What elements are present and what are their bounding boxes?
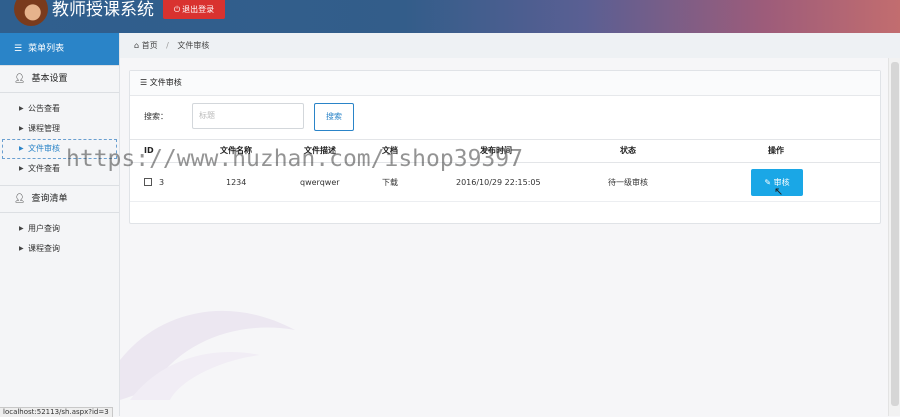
power-icon: ⏻ <box>173 5 181 14</box>
search-button[interactable]: 搜索 <box>314 103 354 131</box>
scrollbar-thumb[interactable] <box>891 62 899 406</box>
sidebar-group-items: ▶ 用户查询 ▶ 课程查询 <box>0 213 119 265</box>
sidebar-item-label: 文件审核 <box>28 144 60 153</box>
caret-right-icon: ▶ <box>19 145 24 152</box>
sidebar-item-label: 课程查询 <box>28 244 60 253</box>
list-icon: ☰ <box>14 44 23 54</box>
caret-right-icon: ▶ <box>19 105 24 112</box>
list-icon: ☰ <box>140 78 148 87</box>
decorative-swirl-graphic <box>120 310 295 400</box>
row-checkbox[interactable] <box>144 178 152 186</box>
breadcrumb: ⌂ 首页 / 文件审核 <box>120 33 900 58</box>
logout-label: 退出登录 <box>182 5 215 14</box>
watermark-text: https://www.huzhan.com/ishop39397 <box>66 146 523 172</box>
sidebar-item-course-query[interactable]: ▶ 课程查询 <box>0 239 119 259</box>
edit-icon: ✎ <box>764 178 772 187</box>
sidebar-group-query-list[interactable]: 👤︎ 查询清单 <box>0 185 119 213</box>
sidebar-item-label: 课程管理 <box>28 124 60 133</box>
top-header: 教师授课系统 ⏻ 退出登录 <box>0 0 900 33</box>
caret-right-icon: ▶ <box>19 125 24 132</box>
sidebar: ☰ 菜单列表 👤︎ 基本设置 ▶ 公告查看 ▶ 课程管理 ▶ 文件审核 ▶ 文件查看 👤︎ 查… <box>0 33 120 416</box>
user-icon: 👤︎ <box>14 74 26 84</box>
panel-header: ☰ 文件审核 <box>130 71 880 96</box>
menu-list-header: ☰ 菜单列表 <box>0 33 119 65</box>
cell-status: 待一级审核 <box>608 178 648 187</box>
logout-button[interactable]: ⏻ 退出登录 <box>163 0 225 19</box>
group-title: 基本设置 <box>31 74 68 84</box>
sidebar-item-course-management[interactable]: ▶ 课程管理 <box>0 119 119 139</box>
sidebar-item-label: 用户查询 <box>28 224 60 233</box>
sidebar-item-label: 公告查看 <box>28 104 60 113</box>
sidebar-item-user-query[interactable]: ▶ 用户查询 <box>0 219 119 239</box>
panel-title: 文件审核 <box>149 78 182 87</box>
vertical-scrollbar[interactable] <box>888 58 900 416</box>
column-header-status: 状态 <box>620 146 636 155</box>
caret-right-icon: ▶ <box>19 165 24 172</box>
caret-right-icon: ▶ <box>19 225 24 232</box>
app-title: 教师授课系统 <box>52 0 154 20</box>
user-icon: 👤︎ <box>14 194 26 204</box>
breadcrumb-home[interactable]: 首页 <box>142 41 158 50</box>
sidebar-item-notice-view[interactable]: ▶ 公告查看 <box>0 99 119 119</box>
search-label: 搜索： <box>144 112 168 121</box>
sidebar-group-basic-settings[interactable]: 👤︎ 基本设置 <box>0 65 119 93</box>
search-input[interactable]: 标题 <box>192 103 304 129</box>
mouse-pointer-icon: ↖ <box>774 185 784 198</box>
logo-avatar <box>14 0 48 26</box>
breadcrumb-separator: / <box>166 41 169 50</box>
group-title: 查询清单 <box>31 194 68 204</box>
home-icon: ⌂ <box>134 41 140 50</box>
column-header-action: 操作 <box>768 146 784 155</box>
sidebar-item-label: 文件查看 <box>28 164 60 173</box>
breadcrumb-current: 文件审核 <box>177 41 210 50</box>
caret-right-icon: ▶ <box>19 245 24 252</box>
menu-list-title: 菜单列表 <box>28 44 65 54</box>
